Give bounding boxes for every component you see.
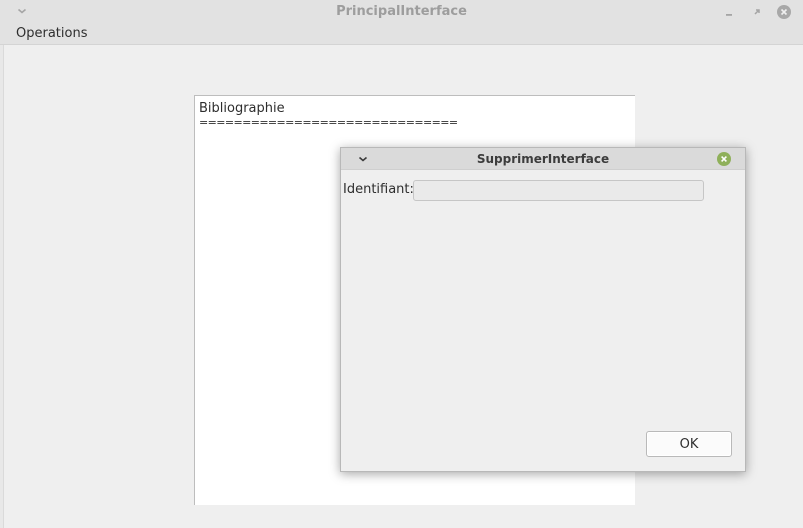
- identifiant-input[interactable]: [413, 180, 704, 201]
- menu-bar: Operations: [0, 24, 803, 45]
- dialog-title: SupprimerInterface: [476, 152, 610, 166]
- maximize-icon[interactable]: [749, 4, 765, 20]
- minimize-icon[interactable]: [721, 4, 737, 20]
- dialog-close-icon[interactable]: [716, 151, 732, 167]
- dialog-titlebar[interactable]: SupprimerInterface: [341, 148, 745, 170]
- window-title: PrincipalInterface: [336, 4, 467, 19]
- ok-button[interactable]: OK: [646, 431, 732, 457]
- close-icon[interactable]: [776, 4, 792, 20]
- bibliography-rule: ==============================: [199, 117, 458, 128]
- main-titlebar[interactable]: PrincipalInterface: [0, 0, 803, 24]
- supprimer-dialog: SupprimerInterface Identifiant: OK: [340, 147, 746, 472]
- left-window-edge: [0, 45, 4, 528]
- identifiant-label: Identifiant:: [343, 182, 414, 197]
- bibliography-heading: Bibliographie: [199, 101, 285, 116]
- menu-operations[interactable]: Operations: [6, 25, 97, 44]
